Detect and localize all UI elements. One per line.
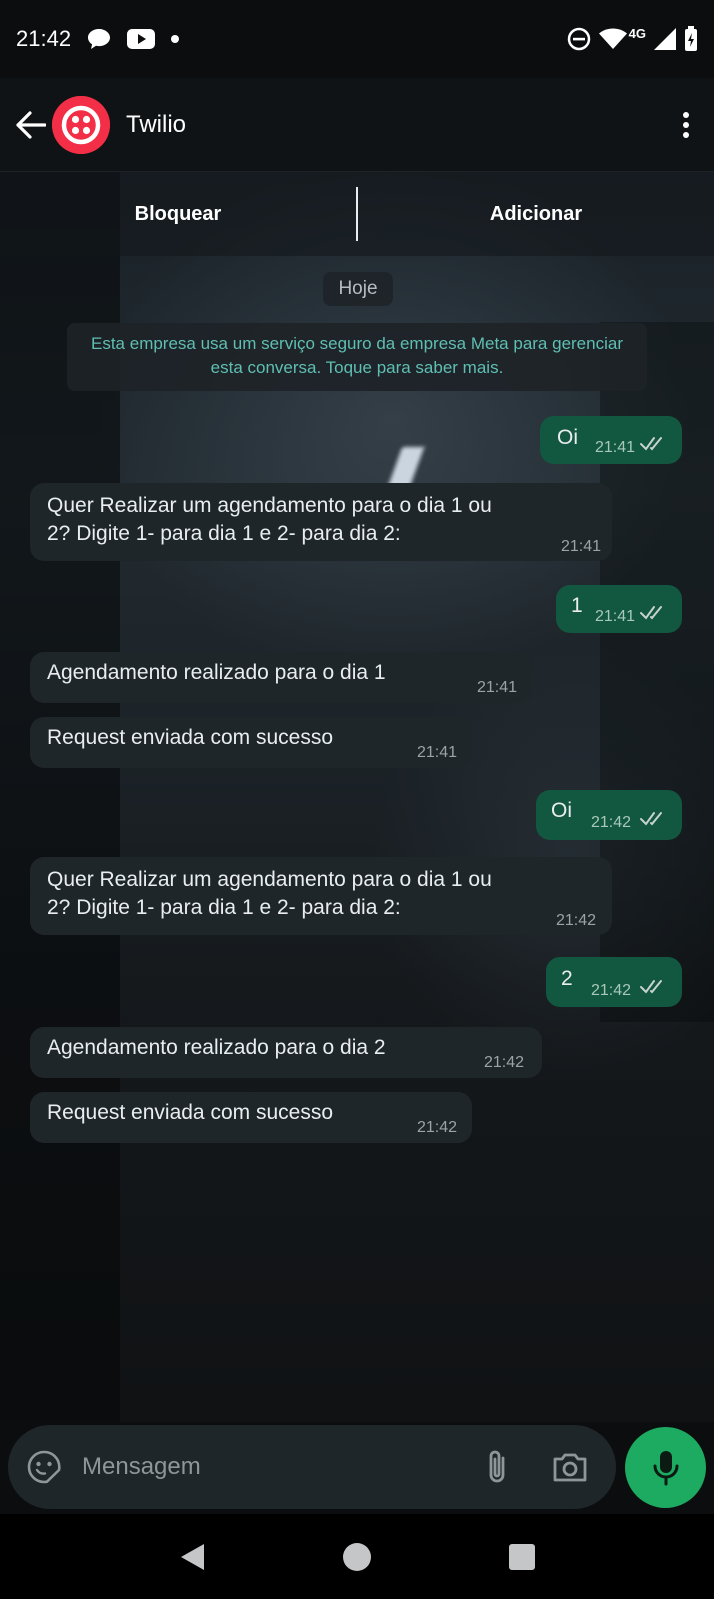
contact-name[interactable]: Twilio — [126, 111, 186, 139]
encryption-notice[interactable]: Esta empresa usa um serviço seguro da em… — [67, 323, 647, 391]
message-time: 21:42 — [484, 1054, 525, 1071]
message-text: Request enviada com sucesso — [47, 1101, 333, 1124]
do-not-disturb-icon — [567, 27, 591, 51]
message-time: 21:41 — [417, 744, 458, 761]
message-time: 21:42 — [591, 814, 632, 831]
message-time: 21:41 — [595, 439, 636, 456]
attach-paperclip-icon[interactable] — [484, 1448, 510, 1486]
nav-recents-icon[interactable] — [508, 1543, 536, 1571]
twilio-logo-icon[interactable] — [52, 95, 110, 154]
message-time: 21:42 — [591, 982, 632, 999]
date-chip: Hoje — [323, 272, 393, 306]
message-incoming[interactable]: Agendamento realizado para o dia 2 21:42 — [30, 1027, 542, 1078]
message-text: Oi — [557, 426, 578, 449]
nav-home-icon[interactable] — [342, 1542, 372, 1572]
message-time: 21:41 — [561, 538, 602, 555]
message-input[interactable]: Mensagem — [82, 1453, 201, 1481]
read-ticks-icon — [640, 437, 662, 451]
nav-back-icon[interactable] — [178, 1542, 206, 1572]
status-bar: 21:42 4G — [0, 0, 714, 78]
chat-header: Twilio — [0, 78, 714, 172]
message-outgoing[interactable]: 1 21:41 — [556, 585, 682, 633]
message-incoming[interactable]: Quer Realizar um agendamento para o dia … — [30, 857, 612, 935]
message-text: Agendamento realizado para o dia 1 — [47, 661, 386, 684]
camera-icon[interactable] — [552, 1451, 588, 1483]
message-text: 1 — [571, 594, 583, 617]
message-outgoing[interactable]: Oi 21:42 — [536, 790, 682, 840]
message-time: 21:42 — [556, 912, 597, 929]
more-options-icon[interactable] — [674, 108, 698, 142]
message-text: Oi — [551, 799, 572, 822]
message-incoming[interactable]: Request enviada com sucesso 21:41 — [30, 717, 472, 768]
add-contact-button[interactable]: Adicionar — [358, 203, 714, 226]
status-time: 21:42 — [16, 26, 72, 51]
message-text: Quer Realizar um agendamento para o dia … — [47, 494, 492, 517]
message-text: Quer Realizar um agendamento para o dia … — [47, 868, 492, 891]
message-time: 21:41 — [477, 679, 518, 696]
signal-icon — [654, 28, 676, 50]
message-time: 21:42 — [417, 1119, 458, 1136]
dot-icon — [171, 35, 180, 43]
read-ticks-icon — [640, 980, 662, 994]
chat-bubble-icon — [87, 28, 111, 50]
battery-icon — [684, 26, 698, 52]
message-incoming[interactable]: Agendamento realizado para o dia 1 21:41 — [30, 652, 532, 703]
message-text: 2? Digite 1- para dia 1 e 2- para dia 2: — [47, 522, 401, 545]
message-text: Agendamento realizado para o dia 2 — [47, 1036, 386, 1059]
microphone-button[interactable] — [625, 1427, 706, 1508]
back-arrow-icon[interactable] — [16, 110, 46, 140]
youtube-icon — [127, 29, 156, 49]
network-type: 4G — [628, 25, 646, 41]
message-incoming[interactable]: Request enviada com sucesso 21:42 — [30, 1092, 472, 1143]
system-navigation-bar — [0, 1514, 714, 1599]
message-incoming[interactable]: Quer Realizar um agendamento para o dia … — [30, 483, 612, 561]
read-ticks-icon — [640, 606, 662, 620]
message-outgoing[interactable]: 2 21:42 — [546, 957, 682, 1007]
microphone-icon — [653, 1450, 678, 1485]
emoji-sticker-icon[interactable] — [26, 1449, 62, 1485]
message-time: 21:41 — [595, 608, 636, 625]
contact-action-bar: Bloquear Adicionar — [0, 172, 714, 256]
message-text: Request enviada com sucesso — [47, 726, 333, 749]
message-composer: Mensagem — [8, 1425, 616, 1509]
block-button[interactable]: Bloquear — [0, 203, 356, 226]
message-outgoing[interactable]: Oi 21:41 — [540, 416, 682, 464]
read-ticks-icon — [640, 812, 662, 826]
wifi-icon — [598, 28, 627, 50]
message-text: 2 — [561, 967, 573, 990]
message-text: 2? Digite 1- para dia 1 e 2- para dia 2: — [47, 896, 401, 919]
